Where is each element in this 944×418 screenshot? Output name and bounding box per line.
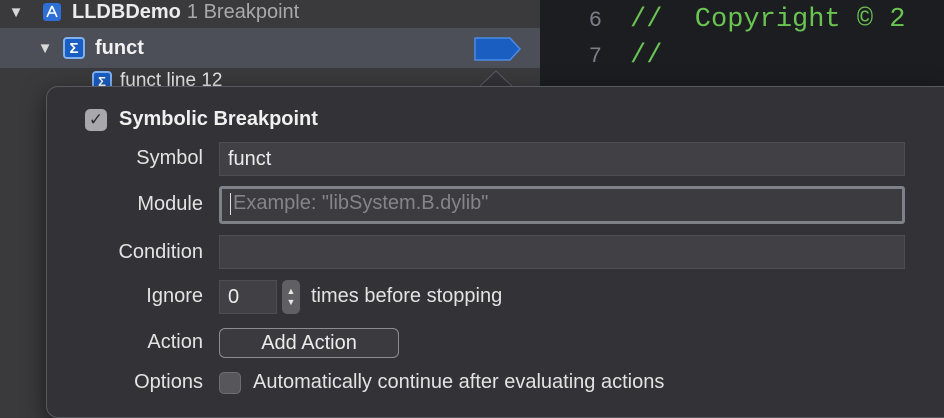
disclosure-triangle-icon[interactable]: ▼ [37, 40, 53, 57]
breakpoint-editor-popover: ✓ Symbolic Breakpoint Symbol funct Modul… [46, 86, 944, 418]
module-label: Module [137, 193, 203, 215]
ignore-count-field[interactable]: 0 [219, 280, 277, 314]
text-caret [230, 192, 231, 215]
condition-label: Condition [118, 241, 203, 263]
module-field[interactable]: Example: "libSystem.B.dylib" [219, 186, 905, 224]
breakpoint-enable-row[interactable]: ✓ Symbolic Breakpoint [85, 108, 318, 131]
auto-continue-checkbox[interactable] [219, 372, 241, 394]
symbol-field[interactable]: funct [219, 142, 905, 176]
line-number: 7 [588, 43, 602, 69]
module-placeholder: Example: "libSystem.B.dylib" [233, 192, 489, 214]
stepper-up-icon[interactable]: ▲ [287, 286, 296, 297]
add-action-button[interactable]: Add Action [219, 328, 399, 358]
enable-breakpoint-checkbox[interactable]: ✓ [85, 108, 107, 131]
symbol-sigma-icon: Σ [63, 37, 85, 59]
project-row[interactable]: ▼ LLDBDemo 1 Breakpoint [0, 0, 540, 24]
options-label: Options [134, 371, 203, 393]
project-app-icon [42, 2, 62, 22]
code-comment: // Copyright © 2 [630, 5, 906, 35]
ignore-suffix: times before stopping [311, 285, 503, 307]
code-line: 7 // [540, 38, 663, 74]
auto-continue-label[interactable]: Automatically continue after evaluating … [253, 371, 664, 394]
breakpoint-flag-icon[interactable] [474, 37, 522, 61]
breakpoint-row-funct[interactable]: ▼ Σ funct [0, 28, 540, 68]
popover-title: Symbolic Breakpoint [119, 108, 318, 130]
code-line: 6 // Copyright © 2 [540, 2, 906, 38]
disclosure-triangle-icon[interactable]: ▼ [8, 4, 24, 21]
action-label: Action [147, 331, 203, 353]
code-comment: // [630, 41, 663, 71]
symbol-label: Symbol [136, 147, 203, 169]
breakpoint-name: funct [95, 36, 144, 59]
ignore-label: Ignore [146, 285, 203, 307]
breakpoint-count: 1 Breakpoint [186, 0, 300, 23]
project-name: LLDBDemo [72, 0, 181, 23]
line-number: 6 [588, 7, 602, 33]
condition-field[interactable] [219, 235, 905, 269]
ignore-count-stepper[interactable]: ▲ ▼ [282, 280, 300, 314]
stepper-down-icon[interactable]: ▼ [287, 297, 296, 308]
